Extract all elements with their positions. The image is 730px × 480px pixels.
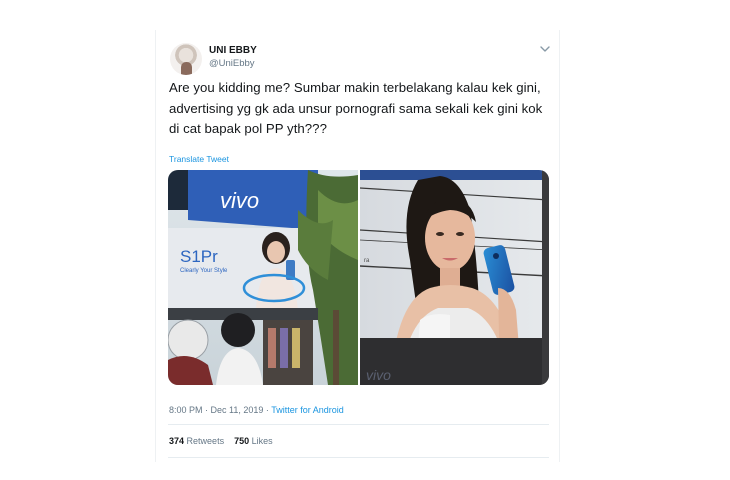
retweets-count: 374 bbox=[169, 436, 185, 446]
retweets-stat[interactable]: 374 Retweets bbox=[169, 436, 224, 446]
billboard-tagline-left: Clearly Your Style bbox=[180, 268, 228, 274]
chevron-down-icon[interactable] bbox=[539, 44, 551, 54]
tweet-photo-2[interactable]: ra vivo bbox=[360, 170, 549, 385]
divider-bottom bbox=[168, 457, 549, 458]
billboard-model-left: S1Pr bbox=[180, 247, 218, 266]
user-handle[interactable]: @UniEbby bbox=[209, 58, 255, 69]
billboard-brand-left: vivo bbox=[220, 188, 259, 213]
billboard-side-text: ra bbox=[364, 258, 370, 264]
tweet-stats: 374 Retweets 750 Likes bbox=[169, 436, 273, 446]
likes-label: Likes bbox=[251, 436, 273, 446]
likes-count: 750 bbox=[234, 436, 250, 446]
tweet-source-link[interactable]: Twitter for Android bbox=[271, 405, 344, 415]
meta-separator-1: · bbox=[202, 405, 211, 415]
billboard-closeup-photo: ra vivo bbox=[360, 170, 549, 385]
divider-top bbox=[168, 424, 549, 425]
user-name[interactable]: UNI EBBY bbox=[209, 45, 257, 56]
tweet-photo-1[interactable]: vivo S1Pr Clearly Your Style bbox=[168, 170, 358, 385]
billboard-street-photo: vivo S1Pr Clearly Your Style bbox=[168, 170, 358, 385]
translate-tweet-link[interactable]: Translate Tweet bbox=[169, 154, 229, 164]
tweet-card: UNI EBBY @UniEbby Are you kidding me? Su… bbox=[155, 30, 560, 462]
avatar[interactable] bbox=[170, 43, 202, 75]
likes-stat[interactable]: 750 Likes bbox=[234, 436, 273, 446]
tweet-text: Are you kidding me? Sumbar makin terbela… bbox=[169, 80, 543, 136]
media-grid: vivo S1Pr Clearly Your Style ra vivo bbox=[168, 170, 549, 385]
tweet-meta: 8:00 PM · Dec 11, 2019 · Twitter for And… bbox=[169, 405, 344, 415]
retweets-label: Retweets bbox=[186, 436, 225, 446]
tweet-date[interactable]: Dec 11, 2019 bbox=[211, 405, 264, 415]
billboard-brand-right: vivo bbox=[366, 367, 391, 383]
tweet-time[interactable]: 8:00 PM bbox=[169, 405, 203, 415]
